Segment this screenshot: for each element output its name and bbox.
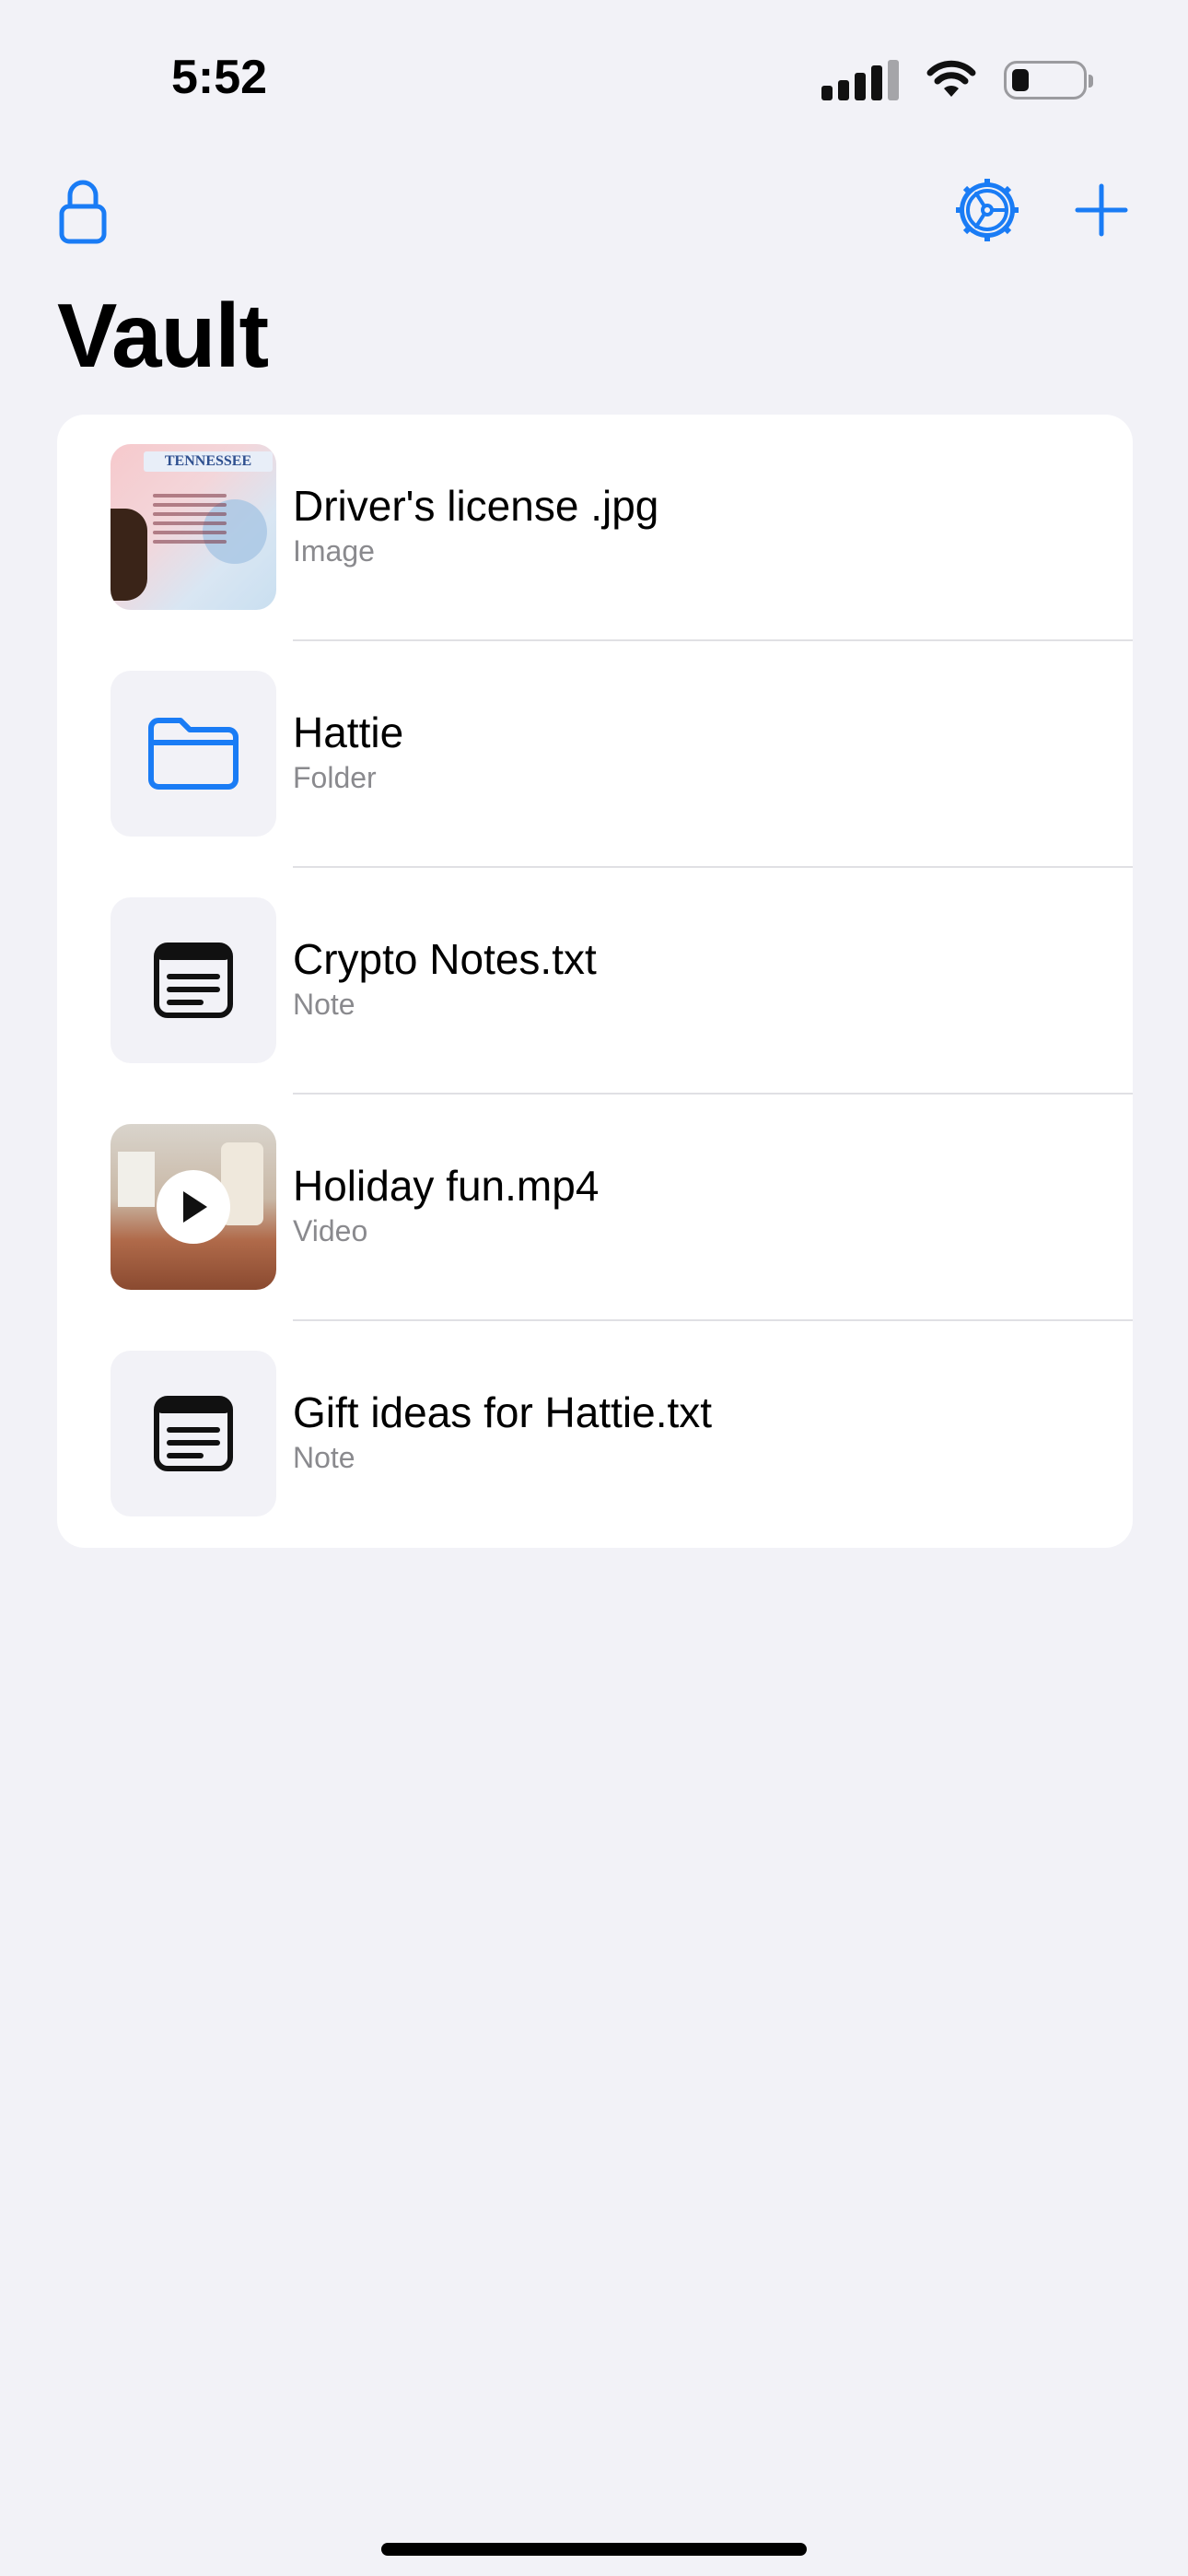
item-title: Gift ideas for Hattie.txt [293,1388,713,1436]
settings-button[interactable] [954,177,1020,243]
add-button[interactable] [1074,182,1129,238]
list-item-holiday-video[interactable]: Holiday fun.mp4 Video [57,1095,1133,1321]
note-thumbnail [111,897,276,1063]
gear-icon [956,179,1019,241]
item-title: Crypto Notes.txt [293,935,597,983]
home-indicator[interactable] [381,2543,807,2556]
lock-button[interactable] [57,175,109,245]
plus-icon [1075,183,1128,237]
cellular-signal-icon [821,60,899,100]
note-icon [154,1396,233,1471]
folder-thumbnail [111,671,276,837]
note-thumbnail [111,1351,276,1516]
vault-list: TENNESSEE Driver's license .jpg Image Ha… [57,415,1133,1548]
item-subtitle: Note [293,988,355,1021]
folder-icon [148,718,239,790]
note-icon [154,943,233,1018]
page-title: Vault [57,285,269,386]
list-item-drivers-license[interactable]: TENNESSEE Driver's license .jpg Image [57,415,1133,641]
battery-icon [1004,61,1093,100]
item-subtitle: Image [293,534,375,568]
item-title: Holiday fun.mp4 [293,1162,600,1210]
item-title: Hattie [293,708,404,756]
item-subtitle: Note [293,1441,355,1474]
list-item-hattie-folder[interactable]: Hattie Folder [57,641,1133,868]
video-thumbnail [111,1124,276,1290]
wifi-icon [925,60,978,100]
status-icons [821,57,1093,103]
thumbnail-heading: TENNESSEE [144,451,273,472]
list-item-crypto-notes[interactable]: Crypto Notes.txt Note [57,868,1133,1095]
lock-icon [59,180,107,244]
list-item-gift-ideas[interactable]: Gift ideas for Hattie.txt Note [57,1321,1133,1548]
item-title: Driver's license .jpg [293,482,659,530]
item-subtitle: Folder [293,761,377,794]
item-subtitle: Video [293,1214,368,1247]
play-icon [157,1170,230,1244]
image-thumbnail: TENNESSEE [111,444,276,610]
status-time: 5:52 [171,51,268,104]
